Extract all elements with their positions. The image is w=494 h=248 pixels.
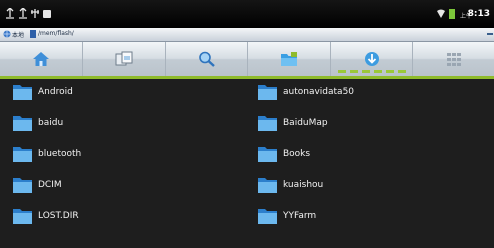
folder-item-yyfarm[interactable]: YYFarm bbox=[257, 205, 316, 227]
home-button[interactable] bbox=[0, 42, 82, 76]
minus-icon[interactable] bbox=[487, 31, 493, 37]
folder-name: autonavidata50 bbox=[283, 87, 355, 97]
sd-card-icon bbox=[30, 30, 36, 38]
folder-icon bbox=[258, 178, 277, 193]
folder-item-bluetooth[interactable]: bluetooth bbox=[12, 143, 81, 165]
clock: 8:13 bbox=[467, 9, 490, 19]
search-button[interactable] bbox=[165, 42, 248, 76]
folder-item-books[interactable]: Books bbox=[257, 143, 310, 165]
folder-icon bbox=[13, 147, 32, 162]
folder-name: DCIM bbox=[38, 180, 62, 190]
folder-icon bbox=[281, 52, 297, 66]
folder-item-lost-dir[interactable]: LOST.DIR bbox=[12, 205, 79, 227]
wifi-icon bbox=[437, 9, 445, 18]
breadcrumb-root[interactable]: 本地 bbox=[12, 30, 24, 39]
view-grid-button[interactable] bbox=[412, 42, 494, 76]
breadcrumb-path[interactable]: /mem/flash/ bbox=[38, 30, 74, 37]
folder-name: BaiduMap bbox=[283, 118, 328, 128]
usb-icon bbox=[19, 8, 27, 19]
folder-icon bbox=[258, 209, 277, 224]
folder-icon bbox=[258, 147, 277, 162]
folder-item-baidumap[interactable]: BaiduMap bbox=[257, 112, 328, 134]
home-icon bbox=[33, 52, 49, 66]
toolbar bbox=[0, 42, 494, 79]
folder-item-android[interactable]: Android bbox=[12, 81, 73, 103]
grid-icon bbox=[447, 53, 461, 66]
copy-button[interactable] bbox=[82, 42, 165, 76]
folder-icon bbox=[13, 178, 32, 193]
globe-icon[interactable] bbox=[3, 30, 11, 38]
battery-icon bbox=[449, 9, 455, 19]
copy-files-icon bbox=[115, 51, 133, 66]
folder-name: YYFarm bbox=[283, 211, 317, 221]
folder-item-autonavidata50[interactable]: autonavidata50 bbox=[257, 81, 354, 103]
folder-name: Books bbox=[283, 149, 311, 159]
folder-name: baidu bbox=[38, 118, 64, 128]
debug-icon bbox=[31, 9, 39, 18]
status-bar: 上午 8:13 bbox=[0, 0, 494, 28]
progress-indicator bbox=[338, 70, 408, 73]
folder-name: Android bbox=[38, 87, 73, 97]
folder-icon bbox=[13, 209, 32, 224]
folder-name: LOST.DIR bbox=[38, 211, 79, 221]
folder-icon bbox=[13, 85, 32, 100]
file-grid: Android autonavidata50 baidu BaiduMap bl… bbox=[0, 79, 494, 248]
folder-item-baidu[interactable]: baidu bbox=[12, 112, 63, 134]
folder-name: kuaishou bbox=[283, 180, 324, 190]
download-icon bbox=[365, 52, 379, 66]
folder-icon bbox=[258, 85, 277, 100]
folder-icon bbox=[258, 116, 277, 131]
folder-item-dcim[interactable]: DCIM bbox=[12, 174, 62, 196]
breadcrumb: 本地 /mem/flash/ bbox=[0, 28, 494, 42]
search-icon bbox=[199, 51, 215, 67]
usb-icon bbox=[6, 8, 14, 19]
new-folder-button[interactable] bbox=[247, 42, 330, 76]
notification-icon bbox=[43, 10, 51, 18]
folder-name: bluetooth bbox=[38, 149, 82, 159]
folder-item-kuaishou[interactable]: kuaishou bbox=[257, 174, 323, 196]
folder-icon bbox=[13, 116, 32, 131]
